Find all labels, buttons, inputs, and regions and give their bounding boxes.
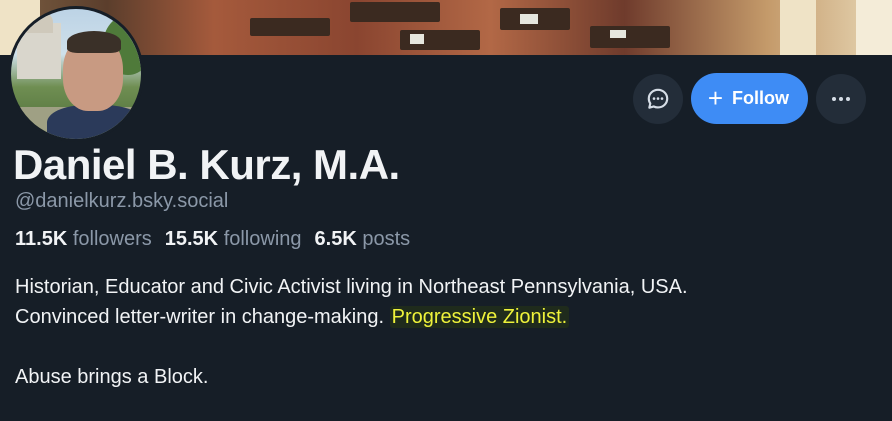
more-horizontal-icon bbox=[832, 96, 850, 101]
follow-button[interactable]: + Follow bbox=[690, 73, 808, 124]
followers-link[interactable]: 11.5K followers bbox=[15, 228, 152, 251]
banner-paper bbox=[610, 30, 626, 38]
plus-icon: + bbox=[707, 82, 723, 113]
profile-bio: Historian, Educator and Civic Activist l… bbox=[15, 272, 875, 392]
following-count: 15.5K bbox=[164, 228, 219, 250]
posts-count: 6.5K bbox=[314, 228, 357, 250]
banner-paper bbox=[520, 14, 538, 24]
following-label: following bbox=[223, 228, 302, 250]
avatar-dome bbox=[25, 11, 53, 33]
banner-column bbox=[780, 0, 816, 55]
bio-text: Convinced letter-writer in change-making… bbox=[15, 306, 390, 328]
more-options-button[interactable] bbox=[816, 73, 866, 124]
chat-bubble-icon bbox=[647, 88, 669, 109]
profile-actions: + Follow bbox=[632, 73, 866, 124]
message-button[interactable] bbox=[632, 73, 683, 124]
posts-label: posts bbox=[362, 228, 411, 250]
banner-paper bbox=[410, 34, 424, 44]
banner-column bbox=[856, 0, 892, 55]
follow-button-label: Follow bbox=[732, 88, 789, 108]
posts-stat: 6.5K posts bbox=[315, 228, 411, 251]
banner-desk bbox=[250, 18, 330, 36]
avatar-hair bbox=[67, 31, 121, 53]
avatar[interactable] bbox=[8, 6, 144, 142]
followers-count: 11.5K bbox=[15, 228, 68, 250]
followers-label: followers bbox=[72, 228, 152, 250]
display-name: Daniel B. Kurz, M.A. bbox=[13, 141, 400, 188]
banner-desk bbox=[590, 26, 670, 48]
bio-line: Historian, Educator and Civic Activist l… bbox=[15, 276, 688, 298]
bio-line: Convinced letter-writer in change-making… bbox=[15, 302, 875, 332]
banner-desk bbox=[350, 2, 440, 22]
profile-stats: 11.5K followers 15.5K following 6.5K pos… bbox=[15, 228, 410, 251]
bio-highlight: Progressive Zionist. bbox=[389, 306, 570, 328]
bio-spacer bbox=[15, 332, 875, 362]
bio-line: Abuse brings a Block. bbox=[15, 366, 209, 388]
user-handle[interactable]: @danielkurz.bsky.social bbox=[15, 190, 228, 213]
following-link[interactable]: 15.5K following bbox=[165, 228, 302, 251]
